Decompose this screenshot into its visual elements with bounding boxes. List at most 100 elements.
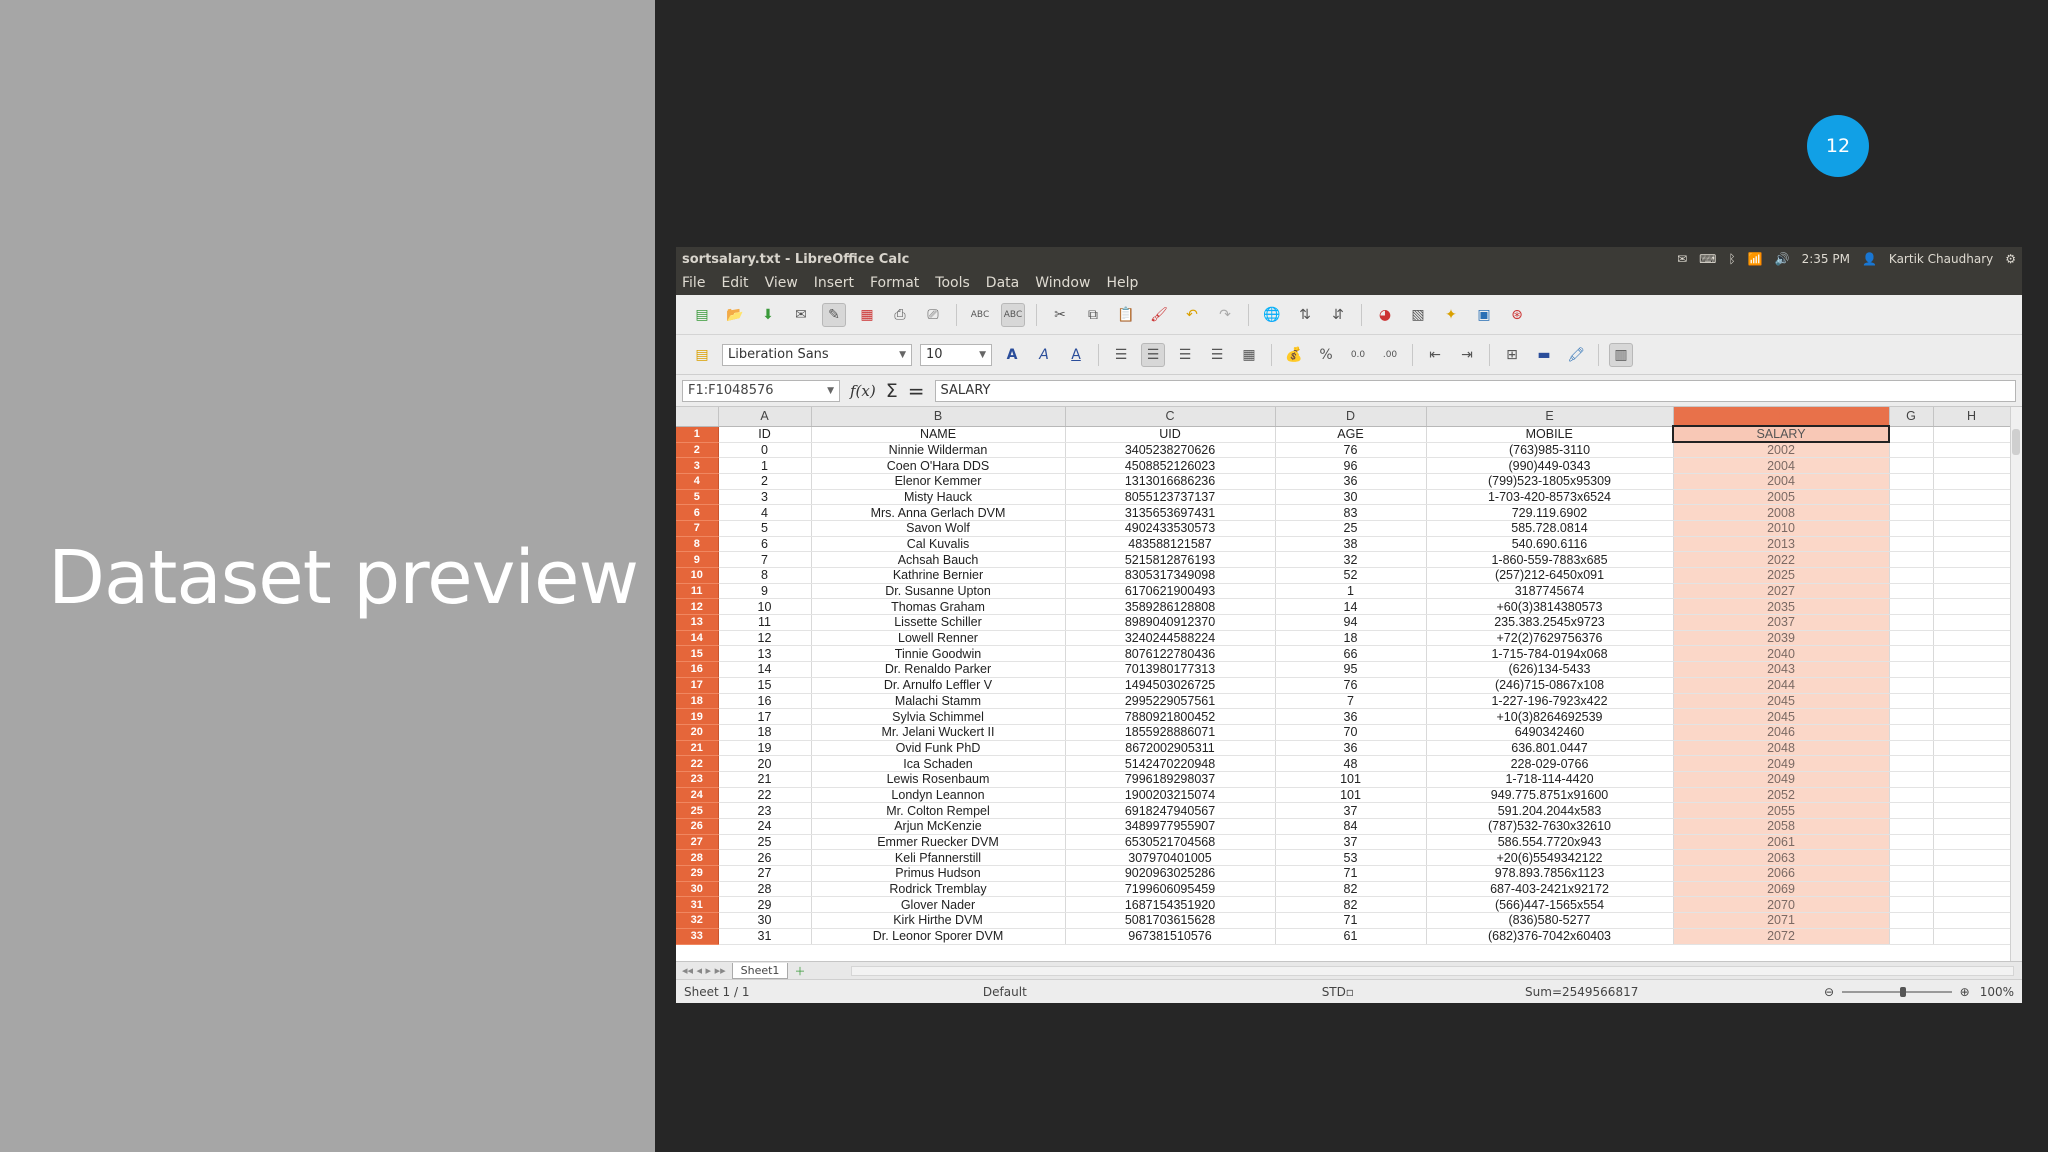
cell-empty[interactable] <box>1933 834 2011 851</box>
cell-empty[interactable] <box>1889 912 1934 929</box>
cell-empty[interactable] <box>1933 442 2011 459</box>
user-name[interactable]: Kartik Chaudhary <box>1889 252 1993 266</box>
cell-id[interactable]: 10 <box>718 598 812 616</box>
cell-table[interactable]: A B C D E F G H 1 ID NAME UID AGE MOBILE SALAR… <box>676 407 2011 945</box>
cell-salary[interactable]: 2013 <box>1673 536 1890 553</box>
cell-uid[interactable]: 6530521704568 <box>1065 834 1276 851</box>
cell-empty[interactable] <box>1889 473 1934 490</box>
cell-empty[interactable] <box>1889 740 1934 757</box>
column-header-f[interactable]: F <box>1673 407 1890 427</box>
cell-age[interactable]: 30 <box>1275 489 1427 506</box>
row-header[interactable]: 30 <box>676 881 719 898</box>
cell-name[interactable]: Lowell Renner <box>811 630 1066 647</box>
cell-mobile[interactable]: (763)985-3110 <box>1426 442 1674 459</box>
column-header-e[interactable]: E <box>1426 407 1674 427</box>
cell-empty[interactable] <box>1889 551 1934 568</box>
cell-age[interactable]: 96 <box>1275 457 1427 474</box>
cell-age[interactable]: 61 <box>1275 928 1427 945</box>
cell-salary[interactable]: 2058 <box>1673 818 1890 835</box>
cell-age[interactable]: 83 <box>1275 504 1427 521</box>
cell-name[interactable]: Lissette Schiller <box>811 614 1066 631</box>
volume-icon[interactable]: 🔊 <box>1775 252 1790 266</box>
open-icon[interactable]: 📂 <box>723 303 747 327</box>
cell-age[interactable]: 95 <box>1275 661 1427 678</box>
cell-empty[interactable] <box>1933 787 2011 804</box>
row-header[interactable]: 32 <box>676 912 719 929</box>
cell-age[interactable]: AGE <box>1275 426 1427 443</box>
cell-mobile[interactable]: (246)715-0867x108 <box>1426 677 1674 694</box>
cell-mobile[interactable]: (257)212-6450x091 <box>1426 567 1674 584</box>
cell-id[interactable]: 29 <box>718 896 812 914</box>
cell-empty[interactable] <box>1889 771 1934 788</box>
italic-icon[interactable]: A <box>1032 343 1056 367</box>
cell-empty[interactable] <box>1933 708 2011 725</box>
cell-age[interactable]: 82 <box>1275 881 1427 898</box>
cell-uid[interactable]: 5142470220948 <box>1065 755 1276 772</box>
gallery-icon[interactable]: ▣ <box>1472 303 1496 327</box>
cell-name[interactable]: Coen O'Hara DDS <box>811 457 1066 474</box>
cell-id[interactable]: 15 <box>718 677 812 694</box>
cell-mobile[interactable]: +72(2)7629756376 <box>1426 630 1674 647</box>
cell-mobile[interactable]: 978.893.7856x1123 <box>1426 865 1674 882</box>
menu-help[interactable]: Help <box>1106 275 1138 291</box>
export-pdf-icon[interactable]: ▦ <box>855 303 879 327</box>
row-header[interactable]: 20 <box>676 724 719 741</box>
cell-empty[interactable] <box>1889 881 1934 898</box>
cell-name[interactable]: Dr. Leonor Sporer DVM <box>811 928 1066 945</box>
toggle-grid-icon[interactable]: ▥ <box>1609 342 1633 367</box>
cell-empty[interactable] <box>1889 693 1934 710</box>
cell-empty[interactable] <box>1933 489 2011 506</box>
cell-salary[interactable]: 2048 <box>1673 740 1890 757</box>
cell-mobile[interactable]: 729.119.6902 <box>1426 504 1674 521</box>
row-header[interactable]: 10 <box>676 567 719 584</box>
cell-id[interactable]: 4 <box>718 504 812 521</box>
clock[interactable]: 2:35 PM <box>1802 252 1850 266</box>
cell-uid[interactable]: 7013980177313 <box>1065 661 1276 678</box>
cell-uid[interactable]: 6918247940567 <box>1065 802 1276 819</box>
cell-id[interactable]: 26 <box>718 849 812 867</box>
cell-empty[interactable] <box>1889 724 1934 741</box>
cell-empty[interactable] <box>1889 442 1934 459</box>
font-size-box[interactable]: 10 ▼ <box>920 343 992 366</box>
cell-empty[interactable] <box>1889 598 1934 616</box>
cell-id[interactable]: 31 <box>718 928 812 945</box>
cell-mobile[interactable]: 1-703-420-8573x6524 <box>1426 489 1674 506</box>
cell-empty[interactable] <box>1889 489 1934 506</box>
cell-mobile[interactable]: (682)376-7042x60403 <box>1426 928 1674 945</box>
cell-name[interactable]: Malachi Stamm <box>811 693 1066 710</box>
cell-uid[interactable]: 1687154351920 <box>1065 896 1276 914</box>
cell-empty[interactable] <box>1933 849 2011 867</box>
cell-age[interactable]: 36 <box>1275 473 1427 490</box>
cell-id[interactable]: 13 <box>718 645 812 663</box>
cell-salary[interactable]: 2071 <box>1673 912 1890 929</box>
cell-uid[interactable]: 1900203215074 <box>1065 787 1276 804</box>
formula-input[interactable]: SALARY <box>934 379 2016 402</box>
cell-uid[interactable]: 3240244588224 <box>1065 630 1276 647</box>
cell-salary[interactable]: 2022 <box>1673 551 1890 568</box>
cell-salary[interactable]: 2045 <box>1673 693 1890 710</box>
align-right-icon[interactable]: ☰ <box>1173 343 1197 367</box>
cell-age[interactable]: 14 <box>1275 598 1427 616</box>
cell-uid[interactable]: 7199606095459 <box>1065 881 1276 898</box>
cell-age[interactable]: 18 <box>1275 630 1427 647</box>
cell-salary[interactable]: 2055 <box>1673 802 1890 819</box>
cell-empty[interactable] <box>1933 818 2011 835</box>
cell-empty[interactable] <box>1889 614 1934 631</box>
cell-id[interactable]: 3 <box>718 489 812 506</box>
row-header[interactable]: 5 <box>676 489 719 506</box>
cell-mobile[interactable]: 636.801.0447 <box>1426 740 1674 757</box>
cell-empty[interactable] <box>1933 661 2011 678</box>
cell-empty[interactable] <box>1933 771 2011 788</box>
number-format-icon[interactable]: 0.0 <box>1346 343 1370 367</box>
cell-id[interactable]: 25 <box>718 834 812 851</box>
cell-salary[interactable]: 2010 <box>1673 520 1890 537</box>
cell-mobile[interactable]: 949.775.8751x91600 <box>1426 787 1674 804</box>
cell-empty[interactable] <box>1933 630 2011 647</box>
cell-id[interactable]: 17 <box>718 708 812 725</box>
cell-age[interactable]: 32 <box>1275 551 1427 568</box>
cell-name[interactable]: Achsah Bauch <box>811 551 1066 568</box>
cell-empty[interactable] <box>1889 520 1934 537</box>
cell-id[interactable]: ID <box>718 426 812 443</box>
row-header[interactable]: 12 <box>676 598 719 616</box>
zoom-slider[interactable] <box>1842 986 1952 997</box>
